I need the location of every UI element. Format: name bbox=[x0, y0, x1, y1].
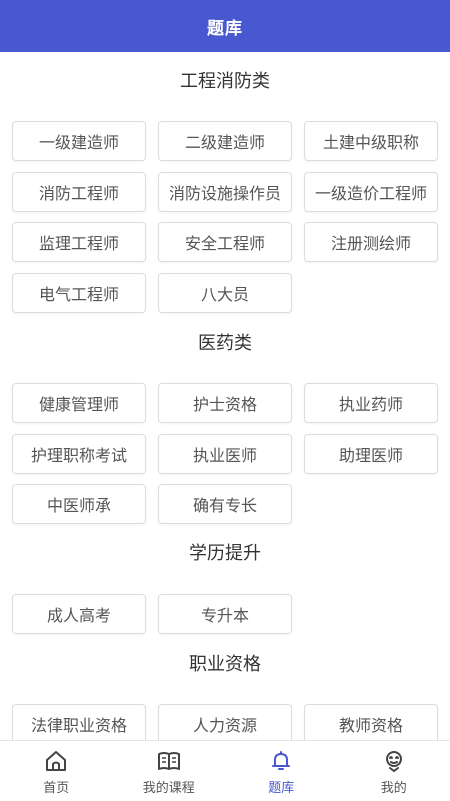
category-chip[interactable]: 二级建造师 bbox=[158, 121, 292, 161]
tab-label: 题库 bbox=[268, 777, 294, 796]
page-title: 题库 bbox=[207, 14, 243, 39]
home-icon bbox=[44, 749, 68, 773]
tab-label: 我的课程 bbox=[143, 777, 195, 796]
tab-label: 我的 bbox=[381, 777, 407, 796]
section-title-professional: 职业资格 bbox=[0, 653, 450, 677]
category-chip[interactable]: 一级造价工程师 bbox=[304, 172, 438, 212]
category-chip[interactable]: 安全工程师 bbox=[158, 222, 292, 262]
tab-label: 首页 bbox=[43, 777, 69, 796]
category-chip[interactable]: 电气工程师 bbox=[12, 273, 146, 313]
category-chip[interactable]: 执业医师 bbox=[158, 434, 292, 474]
category-chip[interactable]: 执业药师 bbox=[304, 383, 438, 423]
category-chip[interactable]: 一级建造师 bbox=[12, 121, 146, 161]
section-title-education: 学历提升 bbox=[0, 542, 450, 566]
section-title-medical: 医药类 bbox=[0, 332, 450, 356]
tab-profile[interactable]: 我的 bbox=[338, 741, 450, 801]
category-chip[interactable]: 护理职称考试 bbox=[12, 434, 146, 474]
category-chip[interactable]: 教师资格 bbox=[304, 704, 438, 740]
category-chip[interactable]: 人力资源 bbox=[158, 704, 292, 740]
tab-my-courses[interactable]: 我的课程 bbox=[113, 741, 226, 801]
category-chip[interactable]: 土建中级职称 bbox=[304, 121, 438, 161]
category-chip[interactable]: 消防设施操作员 bbox=[158, 172, 292, 212]
page-header: 题库 bbox=[0, 0, 450, 52]
book-icon bbox=[157, 749, 181, 773]
category-chip[interactable]: 成人高考 bbox=[12, 594, 146, 634]
category-chip[interactable]: 注册测绘师 bbox=[304, 222, 438, 262]
bottom-tab-bar: 首页 我的课程 题库 我的 bbox=[0, 740, 450, 801]
category-chip[interactable]: 法律职业资格 bbox=[12, 704, 146, 740]
category-chip[interactable]: 八大员 bbox=[158, 273, 292, 313]
section-title-engineering: 工程消防类 bbox=[0, 70, 450, 94]
category-chip[interactable]: 助理医师 bbox=[304, 434, 438, 474]
profile-icon bbox=[382, 749, 406, 773]
category-chip[interactable]: 健康管理师 bbox=[12, 383, 146, 423]
bell-icon bbox=[269, 749, 293, 773]
tab-question-bank[interactable]: 题库 bbox=[225, 741, 338, 801]
tab-home[interactable]: 首页 bbox=[0, 741, 113, 801]
question-bank-list[interactable]: 工程消防类 一级建造师 二级建造师 土建中级职称 消防工程师 消防设施操作员 一… bbox=[0, 52, 450, 740]
category-chip[interactable]: 监理工程师 bbox=[12, 222, 146, 262]
category-chip[interactable]: 确有专长 bbox=[158, 484, 292, 524]
category-chip[interactable]: 护士资格 bbox=[158, 383, 292, 423]
category-chip[interactable]: 专升本 bbox=[158, 594, 292, 634]
category-chip[interactable]: 消防工程师 bbox=[12, 172, 146, 212]
category-chip[interactable]: 中医师承 bbox=[12, 484, 146, 524]
